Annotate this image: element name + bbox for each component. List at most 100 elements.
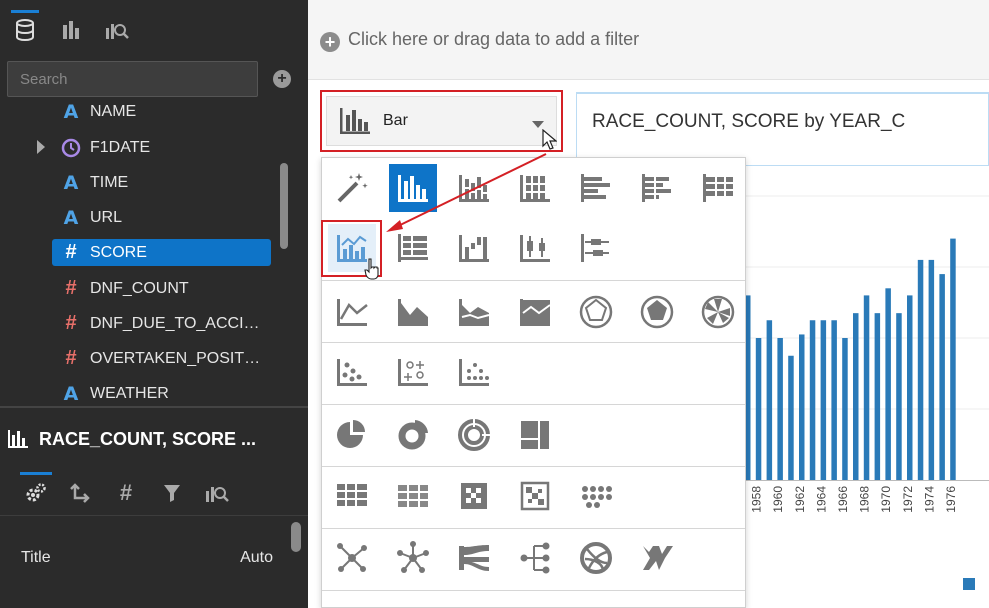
horizontal-bar-option[interactable]: [572, 164, 620, 212]
tile-dots-option[interactable]: [572, 472, 620, 520]
horizontal-stacked-option[interactable]: [633, 164, 681, 212]
donut-option[interactable]: [389, 411, 437, 459]
chart-bar[interactable]: [766, 320, 773, 480]
bubble-icon: [398, 359, 428, 386]
chart-bar[interactable]: [885, 288, 891, 480]
visualizations-tab[interactable]: [54, 10, 88, 50]
field-url[interactable]: A URL: [52, 204, 271, 231]
field-dnf-due-to-accident[interactable]: # DNF_DUE_TO_ACCI…: [52, 310, 271, 337]
field-overtaken-positions[interactable]: # OVERTAKEN_POSIT…: [52, 345, 271, 372]
100-area-option[interactable]: [511, 288, 559, 336]
radar-area-option[interactable]: [633, 288, 681, 336]
field-list-scrollbar[interactable]: [280, 163, 288, 249]
chart-bar[interactable]: [842, 338, 848, 480]
clock-icon: [52, 134, 90, 161]
radar-bar-option[interactable]: [694, 288, 742, 336]
stacked-area-icon: [459, 299, 490, 326]
correlation-option[interactable]: [511, 472, 559, 520]
heat-map-option[interactable]: [450, 472, 498, 520]
chart-bar[interactable]: [863, 295, 870, 480]
line-option[interactable]: [328, 288, 376, 336]
data-tab[interactable]: [8, 10, 42, 50]
radar-line-option[interactable]: [572, 288, 620, 336]
horizontal-full-stacked-icon: [703, 174, 733, 202]
pivot-option[interactable]: [328, 472, 376, 520]
text-type-icon: A: [63, 171, 79, 194]
field-label: SCORE: [90, 243, 147, 261]
tab-axis[interactable]: [63, 470, 99, 516]
chart-bar[interactable]: [874, 313, 881, 480]
chart-bar[interactable]: [820, 320, 827, 480]
parallel-coordinates-option[interactable]: [633, 534, 681, 582]
properties-scrollbar[interactable]: [291, 522, 301, 552]
add-filter-icon[interactable]: +: [320, 32, 340, 52]
field-score[interactable]: # SCORE: [52, 239, 271, 266]
auto-viz-option[interactable]: [328, 164, 376, 212]
pie-option[interactable]: [328, 411, 376, 459]
text-type-icon: A: [63, 100, 79, 123]
chart-bar[interactable]: [896, 313, 902, 480]
grid-table-option[interactable]: [389, 472, 437, 520]
panel-divider[interactable]: [0, 406, 308, 408]
chart-bar[interactable]: [831, 320, 837, 480]
add-data-icon[interactable]: +: [273, 70, 291, 88]
field-f1date[interactable]: F1DATE: [52, 134, 271, 161]
tab-filters[interactable]: [154, 470, 190, 516]
field-weather[interactable]: A WEATHER: [52, 380, 271, 407]
chart-bar[interactable]: [788, 355, 794, 480]
tree-diagram-option[interactable]: [511, 534, 559, 582]
chart-bar[interactable]: [809, 320, 816, 480]
horizontal-bar-icon: [581, 174, 610, 202]
network-option[interactable]: [328, 534, 376, 582]
chart-bar[interactable]: [928, 259, 935, 480]
title-property-row[interactable]: Title Auto: [21, 549, 273, 567]
number-type-icon: #: [65, 312, 77, 334]
field-label: TIME: [90, 173, 129, 191]
sankey-option[interactable]: [450, 534, 498, 582]
scatter-option[interactable]: [328, 348, 376, 396]
filter-bar[interactable]: + Click here or drag data to add a filte…: [308, 0, 989, 80]
search-input[interactable]: Search: [7, 61, 258, 97]
expand-caret-icon[interactable]: [37, 140, 45, 154]
chord-network-option[interactable]: [389, 534, 437, 582]
chart-bar[interactable]: [907, 295, 913, 480]
tab-values[interactable]: #: [108, 470, 144, 516]
analytics-tab[interactable]: [100, 10, 134, 50]
tab-analytics[interactable]: [199, 470, 235, 516]
chord-diagram-option[interactable]: [572, 534, 620, 582]
treemap-option[interactable]: [511, 411, 559, 459]
legend-swatch: [963, 578, 975, 590]
mouse-cursor-icon: [542, 129, 557, 150]
field-name[interactable]: A NAME: [52, 98, 271, 125]
chart-bar[interactable]: [755, 338, 762, 480]
dot-grid-icon: [582, 486, 612, 508]
sunburst-icon: [458, 419, 490, 451]
radar-line-icon: [579, 295, 613, 329]
field-time[interactable]: A TIME: [52, 169, 271, 196]
chart-bar[interactable]: [939, 274, 945, 480]
property-value[interactable]: Auto: [240, 549, 273, 567]
tab-general[interactable]: [18, 470, 54, 516]
chart-bar[interactable]: [799, 334, 805, 480]
dropdown-arrow-icon[interactable]: [532, 121, 544, 128]
field-dnf-count[interactable]: # DNF_COUNT: [52, 275, 271, 302]
field-label: WEATHER: [90, 384, 169, 402]
scatter-icon: [337, 359, 367, 386]
dot-plot-option[interactable]: [450, 348, 498, 396]
network-icon: [337, 543, 367, 572]
area-option[interactable]: [389, 288, 437, 336]
horizontal-boxplot-option[interactable]: [572, 224, 620, 272]
chart-bar[interactable]: [777, 338, 783, 480]
sunburst-option[interactable]: [450, 411, 498, 459]
viz-title-box[interactable]: RACE_COUNT, SCORE by YEAR_C: [576, 92, 989, 166]
chart-bar[interactable]: [917, 259, 924, 480]
bubble-option[interactable]: [389, 348, 437, 396]
line-area-section: [322, 280, 745, 281]
more-section: [322, 590, 745, 591]
chart-bar[interactable]: [853, 313, 859, 480]
viz-type-selector[interactable]: Bar: [320, 90, 563, 152]
horizontal-100-option[interactable]: [694, 164, 742, 212]
chart-bar[interactable]: [950, 238, 956, 480]
parallel-coordinates-icon: [643, 546, 673, 570]
stacked-area-option[interactable]: [450, 288, 498, 336]
